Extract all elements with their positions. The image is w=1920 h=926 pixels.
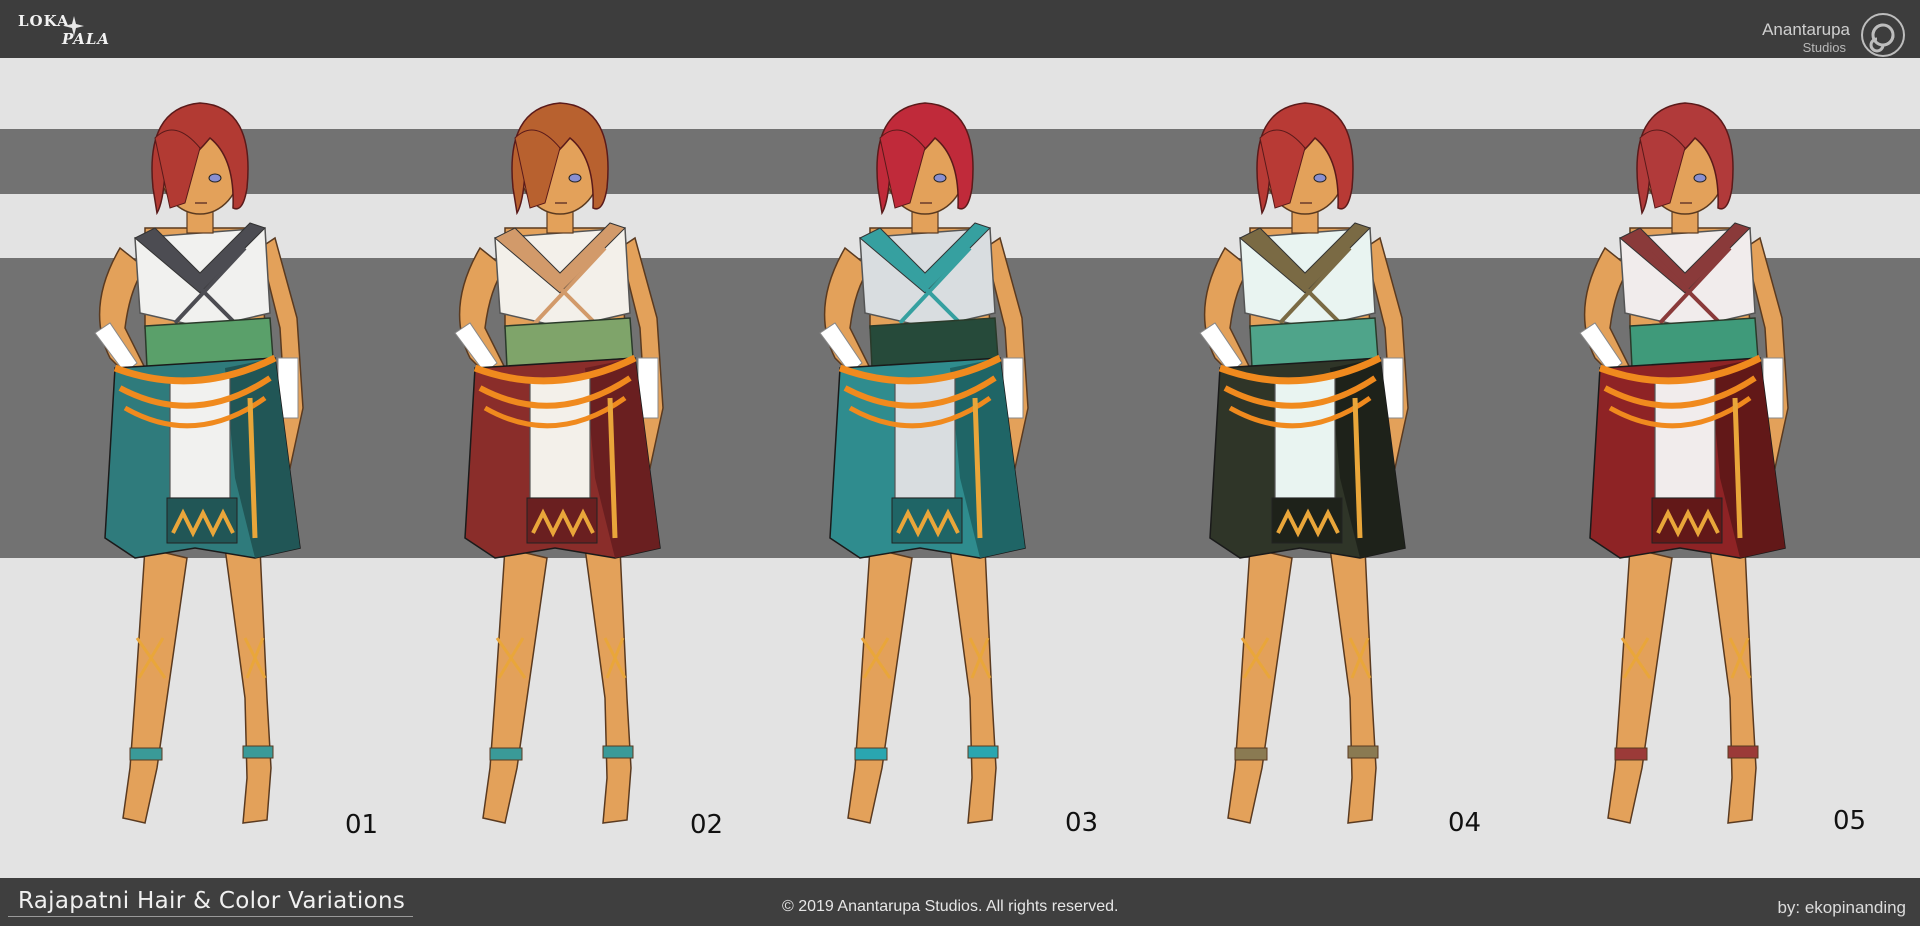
copyright-text: © 2019 Anantarupa Studios. All rights re… bbox=[782, 898, 1119, 915]
character-illustration bbox=[819, 102, 1029, 824]
character-variant-1 bbox=[75, 78, 335, 868]
artist-credit: by: ekopinanding bbox=[1777, 898, 1906, 917]
studio-name: Anantarupa bbox=[1762, 20, 1850, 39]
character-variant-2 bbox=[435, 78, 695, 868]
character-illustration bbox=[1579, 102, 1789, 824]
footer-bar: Rajapatni Hair & Color Variations © 2019… bbox=[0, 878, 1920, 926]
studio-subtitle: Studios bbox=[1802, 40, 1846, 55]
variant-number-01: 01 bbox=[345, 810, 379, 840]
character-variant-4 bbox=[1180, 78, 1440, 868]
variant-number-02: 02 bbox=[690, 810, 724, 840]
logo-text-loka: LOKA bbox=[18, 12, 70, 30]
character-illustration bbox=[94, 102, 304, 824]
variant-number-03: 03 bbox=[1065, 808, 1099, 838]
character-variant-3 bbox=[800, 78, 1060, 868]
variant-number-05: 05 bbox=[1833, 806, 1867, 836]
sheet-title: Rajapatni Hair & Color Variations bbox=[18, 888, 406, 914]
character-illustration bbox=[454, 102, 664, 824]
title-underline bbox=[8, 916, 413, 917]
swirl-emblem-icon bbox=[1861, 13, 1905, 57]
character-illustration bbox=[1199, 102, 1409, 824]
logo-text-pala: PALA bbox=[62, 30, 111, 48]
lokapala-logo: LOKA PALA bbox=[18, 8, 138, 52]
character-variant-5 bbox=[1560, 78, 1820, 868]
studio-logo: Anantarupa Studios bbox=[1726, 12, 1906, 57]
top-bar: LOKA PALA Anantarupa Studios bbox=[0, 0, 1920, 58]
variant-number-04: 04 bbox=[1448, 808, 1482, 838]
variation-stage: 01 02 03 04 05 bbox=[0, 58, 1920, 878]
